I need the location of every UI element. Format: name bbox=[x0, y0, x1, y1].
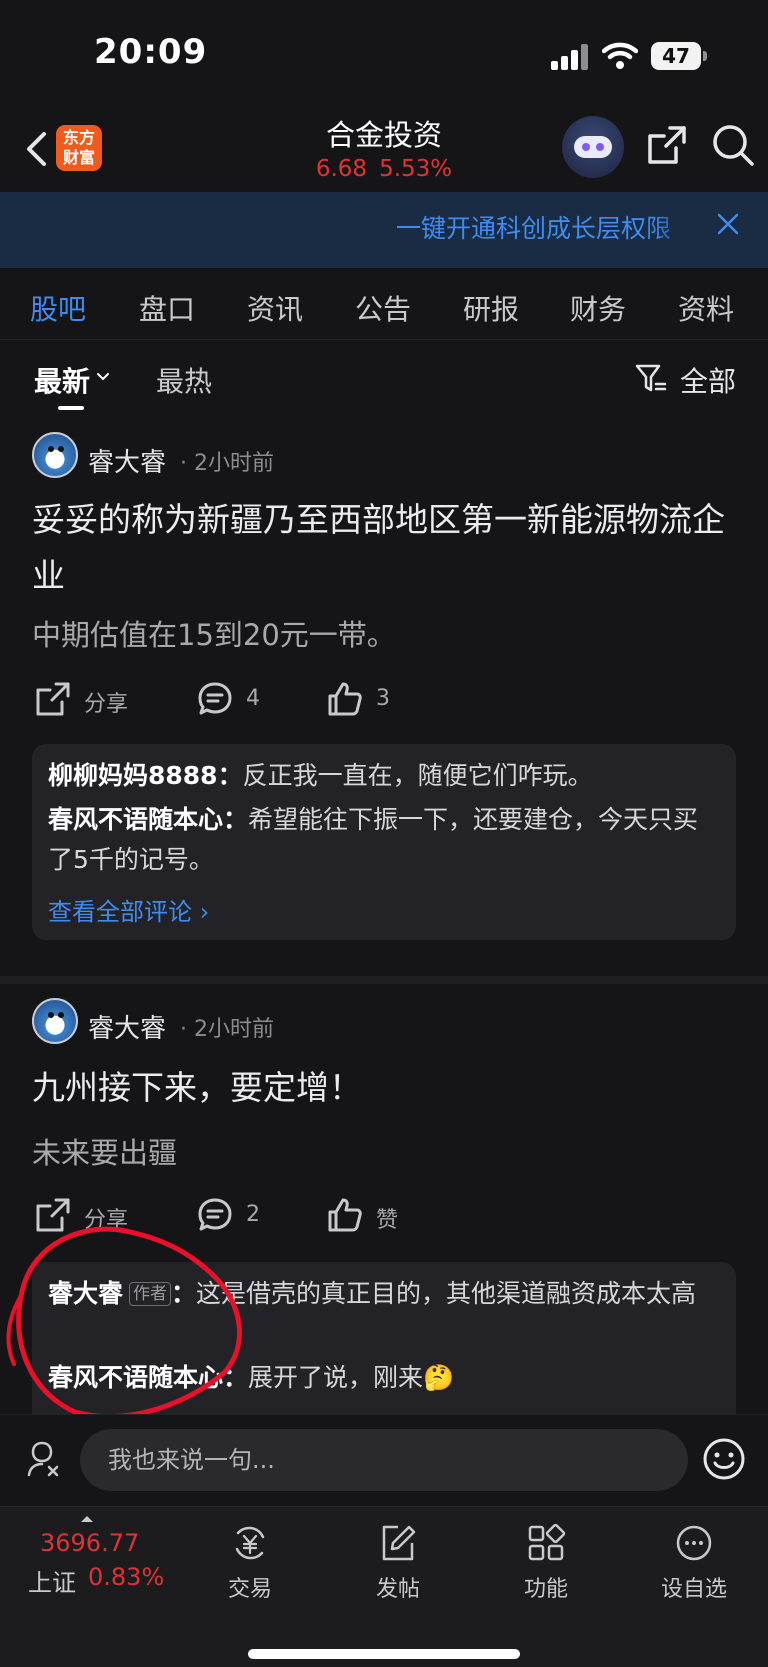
comment-preview[interactable]: 柳柳妈妈8888：反正我一直在，随便它们咋玩。 春风不语随本心：希望能往下振一下… bbox=[32, 744, 736, 940]
tab-strip: 股吧 盘口 资讯 公告 研报 财务 资料 bbox=[0, 270, 768, 340]
post-author[interactable]: 睿大睿 bbox=[88, 1008, 166, 1045]
comment-icon bbox=[198, 682, 232, 715]
tab-post-label: 发帖 bbox=[375, 1577, 420, 1602]
index-up-arrow-icon bbox=[81, 1516, 93, 1522]
filter-icon[interactable] bbox=[634, 362, 668, 396]
comment-user[interactable]: 柳柳妈妈8888 bbox=[48, 761, 218, 790]
app-logo[interactable]: 东方 财富 bbox=[56, 125, 102, 171]
avatar[interactable] bbox=[32, 998, 78, 1044]
active-indicator bbox=[58, 406, 84, 410]
filter-row: 最新 最热 全部 bbox=[0, 340, 768, 420]
comment-item[interactable]: 睿大睿 作者 ：这是借壳的真正目的，其他渠道融资成本太高 bbox=[48, 1274, 718, 1314]
share-icon[interactable] bbox=[644, 122, 690, 168]
post-title[interactable]: 九州接下来，要定增！ bbox=[32, 1060, 742, 1116]
like-label: 赞 bbox=[376, 1208, 399, 1233]
comment-text: 展开了说，刚来🤔 bbox=[248, 1363, 455, 1392]
avatar[interactable] bbox=[32, 432, 78, 478]
bottom-tab-bar: 3696.77 上证 0.83% 交易 发帖 功能 设自选 bbox=[0, 1506, 768, 1667]
comment-user[interactable]: 春风不语随本心 bbox=[48, 1363, 223, 1392]
comment-input-bar bbox=[0, 1414, 768, 1504]
sort-latest[interactable]: 最新 bbox=[34, 360, 90, 400]
stock-change-pct: 5.53% bbox=[379, 156, 453, 182]
promo-banner[interactable]: 一键开通科创成长层权限 bbox=[0, 192, 768, 268]
comment-user[interactable]: 春风不语随本心 bbox=[48, 805, 223, 834]
stock-price: 6.68 bbox=[315, 156, 368, 182]
sort-hot[interactable]: 最热 bbox=[156, 360, 212, 400]
tab-watchlist[interactable]: 设自选 bbox=[634, 1523, 754, 1613]
comment-count: 4 bbox=[246, 686, 260, 711]
tab-finance[interactable]: 财务 bbox=[570, 288, 626, 328]
home-indicator bbox=[248, 1649, 520, 1659]
stock-name: 合金投资 bbox=[325, 118, 442, 152]
wifi-icon bbox=[602, 42, 638, 69]
share-icon bbox=[36, 1198, 70, 1232]
comment-text: 反正我一直在，随便它们咋玩。 bbox=[242, 761, 593, 790]
index-change-pct[interactable]: 0.83% bbox=[88, 1563, 164, 1591]
signal-icon bbox=[551, 44, 589, 70]
comment-item[interactable]: 春风不语随本心：展开了说，刚来🤔 bbox=[48, 1358, 718, 1398]
post-time: · 2小时前 bbox=[180, 451, 274, 476]
share-label: 分享 bbox=[84, 692, 129, 717]
comment-preview[interactable]: 睿大睿 作者 ：这是借壳的真正目的，其他渠道融资成本太高 春风不语随本心：展开了说，… bbox=[32, 1262, 736, 1414]
tab-functions-label: 功能 bbox=[523, 1577, 568, 1602]
search-icon[interactable] bbox=[710, 122, 756, 168]
trade-icon bbox=[235, 1526, 265, 1560]
view-all-comments-link[interactable]: 查看全部评论 › bbox=[48, 892, 209, 927]
post-time: · 2小时前 bbox=[180, 1017, 274, 1042]
tab-trade[interactable]: 交易 bbox=[190, 1523, 310, 1613]
assistant-robot-icon[interactable] bbox=[562, 116, 624, 178]
filter-all[interactable]: 全部 bbox=[680, 360, 736, 400]
divider bbox=[0, 976, 768, 984]
post-card[interactable]: 睿大睿 · 2小时前 九州接下来，要定增！ 未来要出疆 分享 2 赞 睿大睿 作者… bbox=[0, 984, 768, 1414]
battery-indicator: 47 bbox=[651, 42, 701, 70]
nav-bar: 东方 财富 合金投资 6.68 5.53% bbox=[0, 108, 768, 192]
like-count: 3 bbox=[376, 686, 390, 711]
share-label: 分享 bbox=[84, 1208, 129, 1233]
like-icon bbox=[328, 1198, 362, 1232]
author-badge: 作者 bbox=[129, 1282, 172, 1306]
comment-icon bbox=[198, 1198, 232, 1231]
mic-icon[interactable] bbox=[24, 1439, 64, 1479]
tab-pankou[interactable]: 盘口 bbox=[139, 288, 195, 328]
tab-research[interactable]: 研报 bbox=[463, 288, 519, 328]
tab-trade-label: 交易 bbox=[227, 1577, 272, 1602]
logo-line-1: 东方 bbox=[62, 128, 95, 147]
comment-item[interactable]: 春风不语随本心：希望能往下振一下，还要建仓，今天只买了5千的记号。 bbox=[48, 800, 718, 880]
watchlist-icon bbox=[676, 1525, 712, 1561]
post-body[interactable]: 未来要出疆 bbox=[32, 1130, 742, 1172]
post-title[interactable]: 妥妥的称为新疆乃至西部地区第一新能源物流企业 bbox=[32, 492, 742, 604]
comment-input[interactable] bbox=[80, 1429, 688, 1491]
post-icon bbox=[382, 1525, 416, 1561]
back-icon[interactable] bbox=[18, 126, 58, 172]
comment-item[interactable]: 柳柳妈妈8888：反正我一直在，随便它们咋玩。 bbox=[48, 756, 718, 796]
tab-profile[interactable]: 资料 bbox=[678, 288, 734, 328]
index-value[interactable]: 3696.77 bbox=[40, 1529, 139, 1557]
logo-line-2: 财富 bbox=[62, 148, 95, 167]
function-icon bbox=[528, 1523, 566, 1561]
tab-announcements[interactable]: 公告 bbox=[355, 288, 411, 328]
tab-watchlist-label: 设自选 bbox=[660, 1577, 727, 1602]
post-card[interactable]: 睿大睿 · 2小时前 妥妥的称为新疆乃至西部地区第一新能源物流企业 中期估值在1… bbox=[0, 420, 768, 976]
post-author[interactable]: 睿大睿 bbox=[88, 442, 166, 479]
tab-news[interactable]: 资讯 bbox=[247, 288, 303, 328]
tab-post[interactable]: 发帖 bbox=[338, 1523, 458, 1613]
status-bar: 20:09 47 bbox=[0, 0, 768, 108]
post-body[interactable]: 中期估值在15到20元一带。 bbox=[32, 612, 742, 654]
share-icon bbox=[36, 682, 70, 716]
chevron-down-icon[interactable] bbox=[96, 372, 110, 382]
status-time: 20:09 bbox=[94, 32, 208, 72]
comment-user[interactable]: 睿大睿 bbox=[48, 1279, 123, 1308]
emoji-icon[interactable] bbox=[702, 1437, 746, 1481]
comment-text: 这是借壳的真正目的，其他渠道融资成本太高 bbox=[196, 1279, 697, 1308]
comment-count: 2 bbox=[246, 1202, 260, 1227]
battery-tip bbox=[703, 51, 707, 61]
close-icon[interactable] bbox=[713, 209, 743, 239]
tab-guba[interactable]: 股吧 bbox=[30, 288, 86, 328]
stock-price-line: 6.68 5.53% bbox=[292, 156, 476, 182]
like-icon bbox=[328, 682, 362, 716]
tab-functions[interactable]: 功能 bbox=[486, 1523, 606, 1613]
index-name[interactable]: 上证 bbox=[28, 1563, 76, 1598]
